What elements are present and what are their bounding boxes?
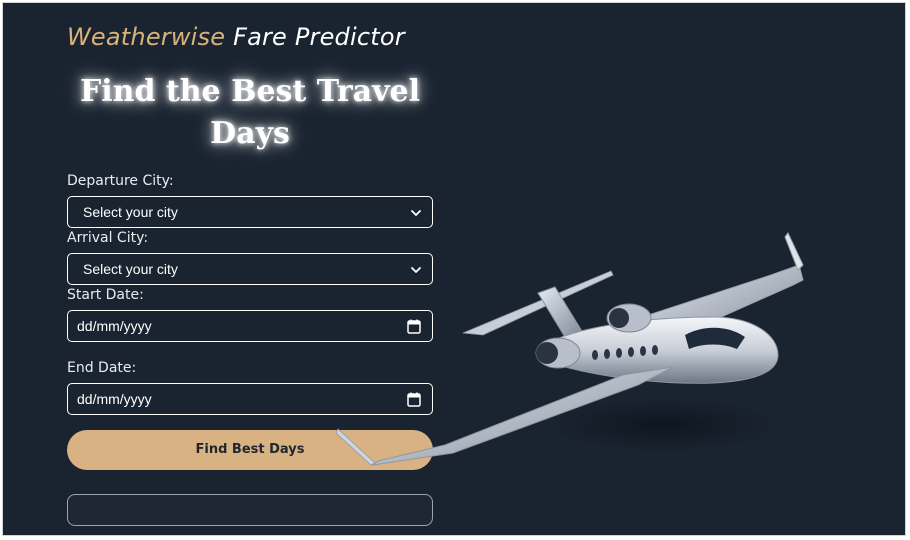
page-heading-line-1: Find the Best Travel — [79, 74, 421, 109]
app-frame: Weatherwise Fare Predictor Find the Best… — [2, 2, 906, 536]
result-box — [67, 494, 433, 526]
chevron-down-icon — [411, 210, 421, 216]
start-date-label: Start Date: — [67, 287, 144, 303]
end-date-value: dd/mm/yyyy — [77, 391, 152, 407]
end-date-label: End Date: — [67, 360, 137, 376]
departure-city-label: Departure City: — [67, 173, 174, 189]
brand-subtitle: Fare Predictor — [233, 23, 405, 51]
departure-city-select[interactable]: Select your city — [67, 196, 433, 228]
brand-title: Weatherwise Fare Predictor — [67, 23, 405, 51]
brand-name: Weatherwise — [67, 23, 226, 51]
start-date-value: dd/mm/yyyy — [77, 318, 152, 334]
page-heading-line-2: Days — [210, 116, 290, 151]
arrival-city-value: Select your city — [83, 261, 178, 277]
page-heading: Find the Best Travel Days — [67, 71, 433, 155]
private-jet-image — [335, 232, 804, 466]
departure-city-value: Select your city — [83, 204, 178, 220]
arrival-city-label: Arrival City: — [67, 230, 149, 246]
